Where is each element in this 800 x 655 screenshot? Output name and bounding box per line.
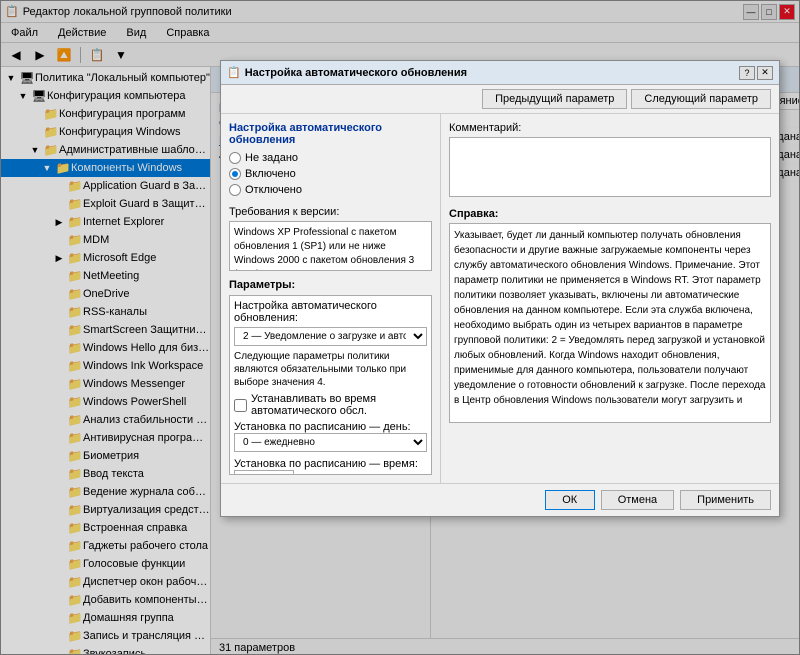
modal-setting-name: Настройка автоматического обновления bbox=[229, 122, 432, 146]
params-label: Параметры: bbox=[229, 279, 432, 291]
radio-not-set[interactable]: Не задано bbox=[229, 152, 432, 164]
cancel-button[interactable]: Отмена bbox=[601, 490, 674, 510]
radio-group: Не задано Включено Отключено bbox=[229, 152, 432, 196]
auto-update-label: Настройка автоматического обновления: bbox=[234, 300, 427, 324]
checkbox-row: Устанавливать во время автоматического о… bbox=[234, 393, 427, 417]
modal-icon: 📋 bbox=[227, 66, 241, 79]
modal-close-button[interactable]: ✕ bbox=[757, 66, 773, 80]
versions-box: Windows XP Professional с пакетом обновл… bbox=[229, 221, 432, 271]
radio-enabled[interactable]: Включено bbox=[229, 168, 432, 180]
radio-label-disabled: Отключено bbox=[245, 184, 302, 196]
apply-button[interactable]: Применить bbox=[680, 490, 771, 510]
params-section: Параметры: Настройка автоматического обн… bbox=[229, 279, 432, 475]
versions-section: Требования к версии: Windows XP Professi… bbox=[229, 206, 432, 271]
versions-label: Требования к версии: bbox=[229, 206, 432, 218]
modal-content: Настройка автоматического обновления Не … bbox=[221, 114, 779, 483]
radio-circle-enabled bbox=[229, 168, 241, 180]
comment-label: Комментарий: bbox=[449, 122, 771, 134]
next-param-button[interactable]: Следующий параметр bbox=[631, 89, 771, 109]
schedule-day-dropdown[interactable]: 0 — ежедневно bbox=[234, 433, 427, 452]
radio-disabled[interactable]: Отключено bbox=[229, 184, 432, 196]
modal-dialog: 📋 Настройка автоматического обновления ?… bbox=[220, 60, 780, 517]
schedule-day-label: Установка по расписанию — день: bbox=[234, 421, 427, 433]
install-checkbox[interactable] bbox=[234, 399, 247, 412]
radio-label-enabled: Включено bbox=[245, 168, 296, 180]
schedule-time-input[interactable]: 03:00 bbox=[234, 470, 294, 475]
radio-circle-not-set bbox=[229, 152, 241, 164]
modal-titlebar: 📋 Настройка автоматического обновления ?… bbox=[221, 61, 779, 85]
install-checkbox-label: Устанавливать во время автоматического о… bbox=[251, 393, 427, 417]
help-content: Указывает, будет ли данный компьютер пол… bbox=[449, 223, 771, 423]
radio-circle-disabled bbox=[229, 184, 241, 196]
prev-param-button[interactable]: Предыдущий параметр bbox=[482, 89, 627, 109]
modal-nav: Предыдущий параметр Следующий параметр bbox=[221, 85, 779, 114]
help-label: Справка: bbox=[449, 208, 771, 220]
modal-right-panel: Комментарий: Справка: Указывает, будет л… bbox=[441, 114, 779, 483]
modal-left-panel: Настройка автоматического обновления Не … bbox=[221, 114, 441, 483]
comment-textarea[interactable] bbox=[449, 137, 771, 197]
modal-footer: ОК Отмена Применить bbox=[221, 483, 779, 516]
radio-label-not-set: Не задано bbox=[245, 152, 298, 164]
ok-button[interactable]: ОК bbox=[545, 490, 595, 510]
auto-update-dropdown[interactable]: 2 — Уведомление о загрузке и автоматичес… bbox=[234, 327, 427, 346]
params-content-box: Настройка автоматического обновления: 2 … bbox=[229, 295, 432, 475]
schedule-time-label: Установка по расписанию — время: bbox=[234, 458, 427, 470]
modal-title: Настройка автоматического обновления bbox=[245, 67, 467, 79]
extra-text: Следующие параметры политики являются об… bbox=[234, 350, 427, 389]
modal-help-button[interactable]: ? bbox=[739, 66, 755, 80]
modal-overlay: 📋 Настройка автоматического обновления ?… bbox=[0, 0, 800, 655]
